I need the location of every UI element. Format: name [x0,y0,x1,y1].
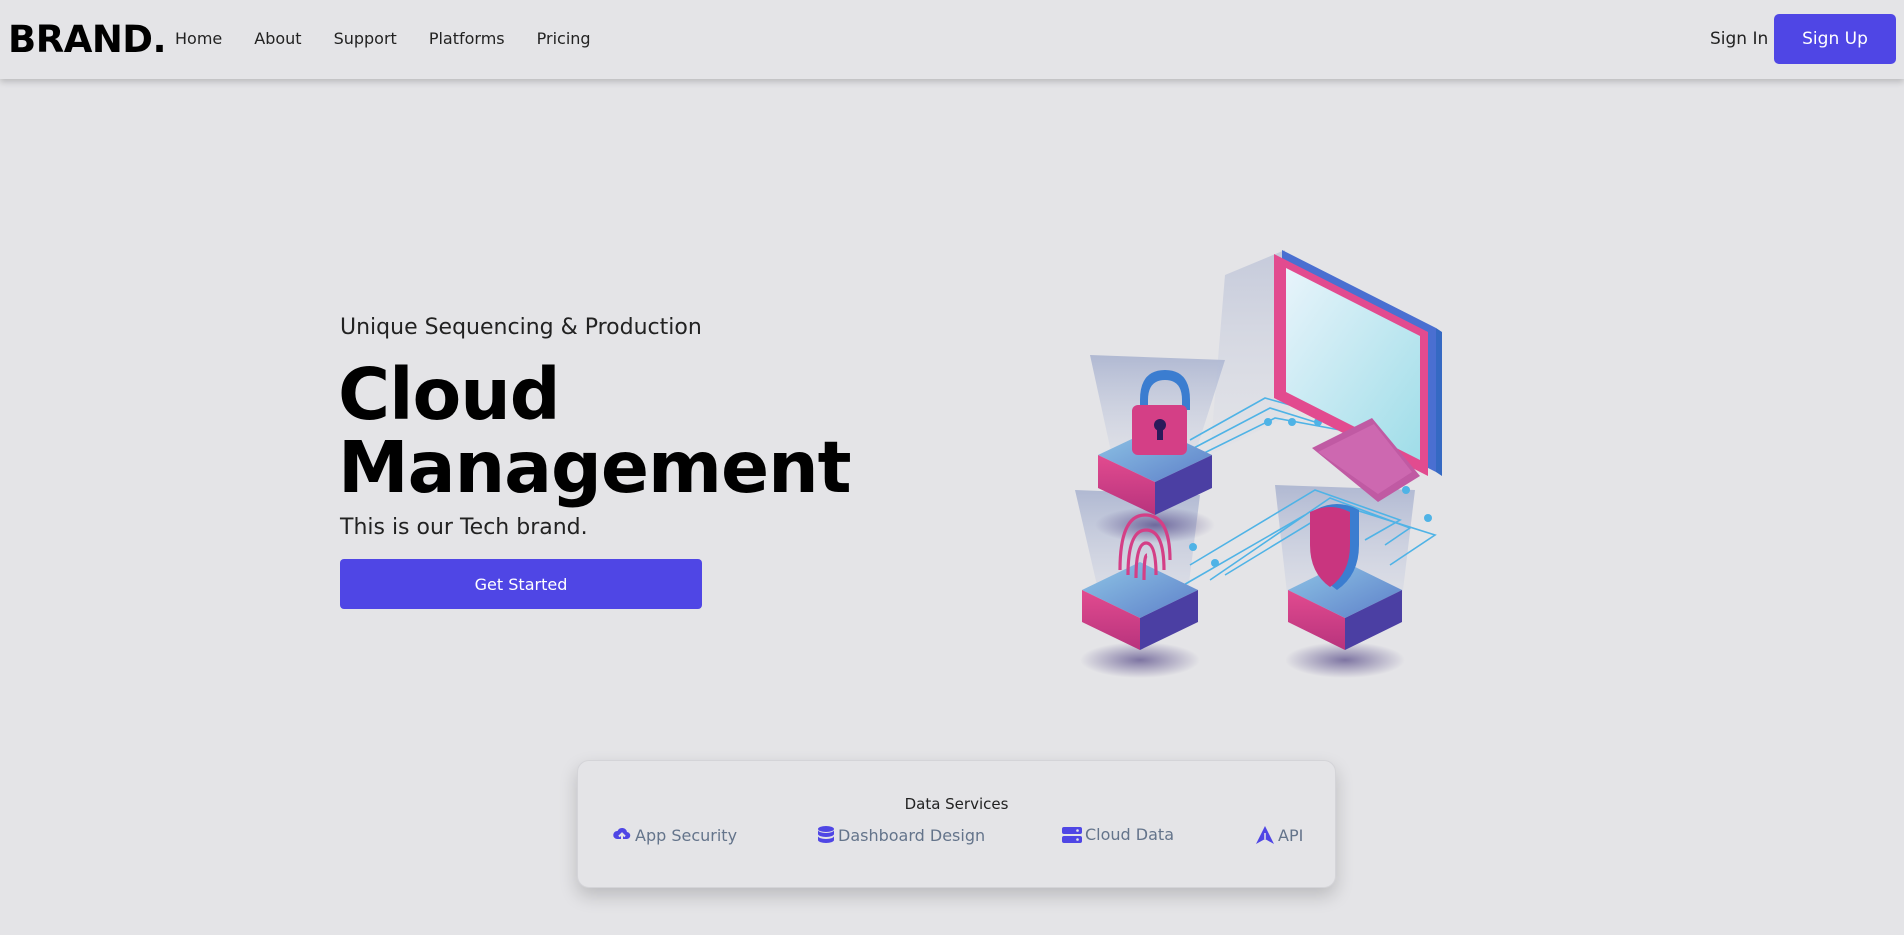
hero-title-line-2: Management [338,426,852,509]
database-icon [818,826,834,843]
service-label: API [1278,825,1304,845]
hero-subtitle: Unique Sequencing & Production [340,315,702,340]
nav-links: Home About Support Platforms Pricing [175,29,623,48]
nav-link-platforms[interactable]: Platforms [429,29,505,48]
service-label: App Security [635,825,738,845]
api-arrow-icon [1256,826,1274,844]
nav-link-about[interactable]: About [254,29,301,48]
nav-link-support[interactable]: Support [334,29,397,48]
sign-in-link[interactable]: Sign In [1710,29,1768,49]
service-label: Dashboard Design [838,825,986,845]
hero-title: Cloud Management [338,358,858,504]
service-app-security[interactable]: App Security [612,825,737,845]
service-cloud-data[interactable]: Cloud Data [1062,825,1174,844]
sign-up-button[interactable]: Sign Up [1774,14,1896,64]
get-started-button[interactable]: Get Started [340,559,702,609]
navbar: BRAND. Home About Support Platforms Pric… [0,0,1904,79]
monitor-graphic [1274,250,1442,502]
service-label: Cloud Data [1085,825,1174,844]
nav-link-pricing[interactable]: Pricing [537,29,591,48]
hero-tagline: This is our Tech brand. [340,515,588,540]
service-api[interactable]: API [1255,825,1303,845]
cloud-security-illustration [1075,250,1442,678]
brand-logo[interactable]: BRAND. [8,18,167,61]
server-icon [1062,826,1082,843]
nav-link-home[interactable]: Home [175,29,222,48]
cloud-upload-icon [613,827,631,844]
service-dashboard-design[interactable]: Dashboard Design [817,825,985,845]
hero-title-line-1: Cloud [338,353,561,436]
services-title: Data Services [904,795,1009,813]
data-services-card: Data Services App Security Dashboard Des… [577,760,1336,888]
